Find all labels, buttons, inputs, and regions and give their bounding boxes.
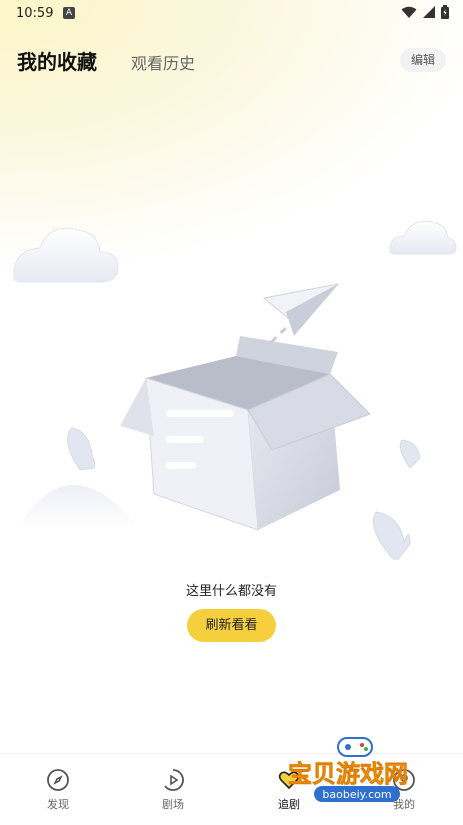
top-tabs: 我的收藏 观看历史 编辑: [0, 40, 463, 80]
cloud-right-icon: [389, 220, 457, 255]
leaf-bottom-right-icon: [373, 511, 411, 560]
leaf-left-icon: [67, 427, 96, 471]
nav-item-theater[interactable]: 剧场: [143, 768, 203, 812]
refresh-button[interactable]: 刷新看看: [187, 609, 276, 642]
signal-icon: [423, 6, 435, 18]
tab-favorites[interactable]: 我的收藏: [13, 46, 99, 75]
wifi-icon: [401, 6, 417, 18]
box-line-1: [166, 410, 234, 417]
status-bar: 10:59 A: [0, 0, 463, 28]
paper-plane-icon: [262, 283, 340, 336]
watermark-url: baobeiy.com: [322, 788, 391, 801]
nav-item-discover[interactable]: 发现: [28, 768, 88, 812]
leaf-right-icon: [399, 439, 421, 469]
box-line-2: [166, 436, 204, 443]
watermark-title: 宝贝游戏网: [288, 760, 408, 788]
tab-history[interactable]: 观看历史: [131, 50, 195, 74]
empty-box-illustration: [13, 220, 457, 560]
tab-favorites-label: 我的收藏: [17, 50, 97, 74]
open-box-icon: [120, 336, 371, 531]
box-line-3: [166, 462, 196, 469]
status-time: 10:59: [16, 6, 54, 21]
play-icon: [164, 769, 184, 791]
edit-button[interactable]: 编辑: [400, 48, 446, 72]
cloud-left-icon: [13, 227, 119, 283]
hill-shape: [16, 485, 140, 530]
compass-icon: [47, 769, 69, 791]
app-notification-icon: A: [63, 7, 75, 19]
empty-message: 这里什么都没有: [185, 584, 277, 599]
gamepad-icon: [337, 737, 373, 757]
nav-label-theater: 剧场: [162, 798, 184, 811]
watermark-logo: 宝贝游戏网 baobeiy.com: [288, 737, 408, 802]
nav-label-discover: 发现: [47, 798, 69, 811]
status-icons: [401, 5, 449, 19]
battery-icon: [441, 5, 449, 19]
